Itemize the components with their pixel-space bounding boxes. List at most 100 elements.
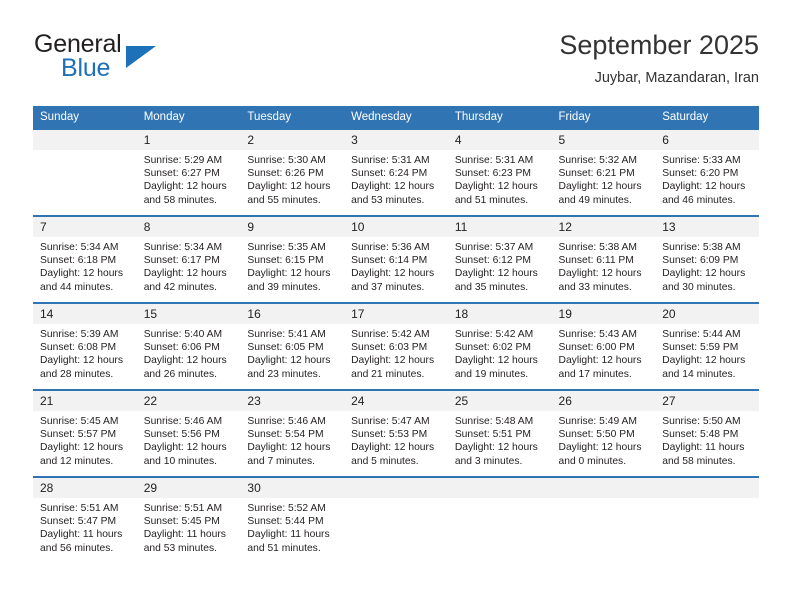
day-cell-content: 27 Sunrise: 5:50 AM Sunset: 5:48 PM Dayligh… bbox=[655, 391, 759, 476]
sunset-time: Sunset: 6:02 PM bbox=[454, 342, 531, 354]
daylight-duration-line2: and 14 minutes. bbox=[662, 368, 736, 380]
daylight-duration-line1: Daylight: 12 hours bbox=[351, 355, 435, 367]
day-number: 25 bbox=[447, 391, 552, 411]
day-number: 7 bbox=[33, 217, 137, 237]
daylight-duration-line1: Daylight: 12 hours bbox=[247, 181, 331, 193]
daylight-duration-line1: Daylight: 11 hours bbox=[143, 529, 226, 541]
day-cell-content: 2 Sunrise: 5:30 AM Sunset: 6:26 PM Daylight… bbox=[240, 130, 345, 215]
daylight-duration-line2: and 17 minutes. bbox=[558, 368, 632, 380]
sunrise-time: Sunrise: 5:52 AM bbox=[247, 503, 326, 514]
calendar-day-cell[interactable]: 8 Sunrise: 5:34 AM Sunset: 6:17 PM Daylight… bbox=[136, 215, 241, 303]
daylight-duration-line1: Daylight: 12 hours bbox=[558, 268, 642, 280]
sunrise-time: Sunrise: 5:37 AM bbox=[454, 242, 534, 253]
calendar-week-row: 28 Sunrise: 5:51 AM Sunset: 5:47 PM Dayligh… bbox=[33, 476, 759, 563]
weekday-header-tuesday: Tuesday bbox=[240, 106, 345, 129]
day-number bbox=[447, 478, 552, 498]
calendar-day-cell[interactable]: 15 Sunrise: 5:40 AM Sunset: 6:06 PM Dayligh… bbox=[136, 302, 241, 390]
weekday-header-monday: Monday bbox=[136, 106, 241, 129]
day-number: 12 bbox=[551, 217, 656, 237]
day-sun-info: Sunrise: 5:47 AM Sunset: 5:53 PM Daylight:… bbox=[344, 411, 448, 468]
calendar-body: 1 Sunrise: 5:29 AM Sunset: 6:27 PM Daylight… bbox=[33, 128, 759, 563]
calendar-day-cell[interactable]: 11 Sunrise: 5:37 AM Sunset: 6:12 PM Dayligh… bbox=[447, 215, 552, 303]
calendar-day-cell[interactable]: 13 Sunrise: 5:38 AM Sunset: 6:09 PM Dayligh… bbox=[655, 215, 759, 303]
day-number: 26 bbox=[551, 391, 656, 411]
day-cell-content: 12 Sunrise: 5:38 AM Sunset: 6:11 PM Dayligh… bbox=[551, 217, 656, 302]
calendar-day-cell[interactable]: 16 Sunrise: 5:41 AM Sunset: 6:05 PM Dayligh… bbox=[240, 302, 345, 390]
daylight-duration-line2: and 58 minutes. bbox=[662, 455, 736, 467]
page-subtitle: Juybar, Mazandaran, Iran bbox=[594, 70, 759, 86]
sunrise-time: Sunrise: 5:51 AM bbox=[143, 503, 223, 514]
calendar-day-cell[interactable]: 2 Sunrise: 5:30 AM Sunset: 6:26 PM Daylight… bbox=[240, 128, 345, 216]
calendar-day-cell[interactable]: 4 Sunrise: 5:31 AM Sunset: 6:23 PM Daylight… bbox=[447, 128, 552, 216]
daylight-duration-line2: and 33 minutes. bbox=[558, 281, 632, 293]
sunrise-time: Sunrise: 5:38 AM bbox=[662, 242, 741, 253]
calendar-day-cell[interactable]: 27 Sunrise: 5:50 AM Sunset: 5:48 PM Dayligh… bbox=[655, 389, 759, 477]
day-cell-content: 5 Sunrise: 5:32 AM Sunset: 6:21 PM Daylight… bbox=[551, 130, 656, 215]
calendar-day-cell[interactable]: 26 Sunrise: 5:49 AM Sunset: 5:50 PM Dayligh… bbox=[551, 389, 656, 477]
daylight-duration-line2: and 10 minutes. bbox=[143, 455, 217, 467]
day-sun-info: Sunrise: 5:43 AM Sunset: 6:00 PM Daylight:… bbox=[552, 324, 656, 381]
day-sun-info: Sunrise: 5:36 AM Sunset: 6:14 PM Daylight:… bbox=[344, 237, 448, 294]
day-cell-content: 24 Sunrise: 5:47 AM Sunset: 5:53 PM Dayligh… bbox=[344, 391, 448, 476]
daylight-duration-line2: and 7 minutes. bbox=[247, 455, 315, 467]
daylight-duration-line1: Daylight: 12 hours bbox=[351, 268, 435, 280]
sunset-time: Sunset: 6:21 PM bbox=[558, 168, 635, 180]
calendar-day-cell[interactable]: 30 Sunrise: 5:52 AM Sunset: 5:44 PM Dayligh… bbox=[240, 476, 345, 563]
day-number: 2 bbox=[240, 130, 345, 150]
day-number: 18 bbox=[447, 304, 552, 324]
calendar-day-cell[interactable]: 23 Sunrise: 5:46 AM Sunset: 5:54 PM Dayligh… bbox=[240, 389, 345, 477]
day-sun-info: Sunrise: 5:46 AM Sunset: 5:56 PM Daylight:… bbox=[137, 411, 241, 468]
sunrise-time: Sunrise: 5:35 AM bbox=[247, 242, 326, 253]
daylight-duration-line1: Daylight: 12 hours bbox=[558, 355, 642, 367]
calendar-day-cell[interactable]: 21 Sunrise: 5:45 AM Sunset: 5:57 PM Dayligh… bbox=[33, 389, 137, 477]
calendar-day-cell[interactable]: 18 Sunrise: 5:42 AM Sunset: 6:02 PM Dayligh… bbox=[447, 302, 552, 390]
calendar-day-cell[interactable]: 12 Sunrise: 5:38 AM Sunset: 6:11 PM Dayligh… bbox=[551, 215, 656, 303]
daylight-duration-line1: Daylight: 12 hours bbox=[40, 355, 123, 367]
day-cell-content: 1 Sunrise: 5:29 AM Sunset: 6:27 PM Daylight… bbox=[136, 130, 241, 215]
calendar-day-cell[interactable]: 22 Sunrise: 5:46 AM Sunset: 5:56 PM Dayligh… bbox=[136, 389, 241, 477]
calendar-day-cell[interactable]: 9 Sunrise: 5:35 AM Sunset: 6:15 PM Daylight… bbox=[240, 215, 345, 303]
sunset-time: Sunset: 5:50 PM bbox=[558, 429, 635, 441]
sunrise-time: Sunrise: 5:39 AM bbox=[40, 329, 119, 340]
day-sun-info: Sunrise: 5:44 AM Sunset: 5:59 PM Daylight:… bbox=[655, 324, 759, 381]
day-cell-content bbox=[33, 130, 137, 215]
calendar-day-cell[interactable]: 29 Sunrise: 5:51 AM Sunset: 5:45 PM Dayligh… bbox=[136, 476, 241, 563]
daylight-duration-line1: Daylight: 12 hours bbox=[558, 181, 642, 193]
calendar-day-cell[interactable]: 1 Sunrise: 5:29 AM Sunset: 6:27 PM Daylight… bbox=[136, 128, 241, 216]
calendar-day-cell[interactable]: 14 Sunrise: 5:39 AM Sunset: 6:08 PM Dayligh… bbox=[33, 302, 137, 390]
sunset-time: Sunset: 5:54 PM bbox=[247, 429, 324, 441]
sunrise-time: Sunrise: 5:49 AM bbox=[558, 416, 637, 427]
calendar-day-cell[interactable]: 6 Sunrise: 5:33 AM Sunset: 6:20 PM Daylight… bbox=[655, 128, 759, 216]
day-cell-content: 3 Sunrise: 5:31 AM Sunset: 6:24 PM Daylight… bbox=[344, 130, 448, 215]
calendar-grid: Sunday Monday Tuesday Wednesday Thursday… bbox=[33, 106, 759, 563]
daylight-duration-line1: Daylight: 12 hours bbox=[40, 268, 123, 280]
daylight-duration-line1: Daylight: 12 hours bbox=[662, 181, 746, 193]
daylight-duration-line2: and 51 minutes. bbox=[247, 542, 321, 554]
calendar-day-cell[interactable]: 19 Sunrise: 5:43 AM Sunset: 6:00 PM Dayligh… bbox=[551, 302, 656, 390]
day-cell-content: 15 Sunrise: 5:40 AM Sunset: 6:06 PM Dayligh… bbox=[136, 304, 241, 389]
day-number: 23 bbox=[240, 391, 345, 411]
calendar-day-cell[interactable]: 3 Sunrise: 5:31 AM Sunset: 6:24 PM Daylight… bbox=[344, 128, 448, 216]
sunset-time: Sunset: 6:06 PM bbox=[143, 342, 220, 354]
sunset-time: Sunset: 6:14 PM bbox=[351, 255, 428, 267]
day-cell-content: 28 Sunrise: 5:51 AM Sunset: 5:47 PM Dayligh… bbox=[33, 478, 137, 563]
day-sun-info: Sunrise: 5:32 AM Sunset: 6:21 PM Daylight:… bbox=[552, 150, 656, 207]
calendar-day-cell[interactable]: 10 Sunrise: 5:36 AM Sunset: 6:14 PM Dayligh… bbox=[344, 215, 448, 303]
daylight-duration-line2: and 55 minutes. bbox=[247, 194, 321, 206]
sunrise-time: Sunrise: 5:40 AM bbox=[143, 329, 223, 340]
daylight-duration-line2: and 39 minutes. bbox=[247, 281, 321, 293]
daylight-duration-line1: Daylight: 11 hours bbox=[662, 442, 745, 454]
calendar-day-cell[interactable]: 5 Sunrise: 5:32 AM Sunset: 6:21 PM Daylight… bbox=[551, 128, 656, 216]
sunset-time: Sunset: 6:24 PM bbox=[351, 168, 428, 180]
day-cell-content: 8 Sunrise: 5:34 AM Sunset: 6:17 PM Daylight… bbox=[136, 217, 241, 302]
sunset-time: Sunset: 6:27 PM bbox=[143, 168, 220, 180]
calendar-day-cell[interactable]: 28 Sunrise: 5:51 AM Sunset: 5:47 PM Dayligh… bbox=[33, 476, 137, 563]
calendar-day-cell[interactable]: 25 Sunrise: 5:48 AM Sunset: 5:51 PM Dayligh… bbox=[447, 389, 552, 477]
calendar-day-cell[interactable]: 20 Sunrise: 5:44 AM Sunset: 5:59 PM Dayligh… bbox=[655, 302, 759, 390]
sunrise-time: Sunrise: 5:30 AM bbox=[247, 155, 326, 166]
calendar-day-cell[interactable]: 7 Sunrise: 5:34 AM Sunset: 6:18 PM Daylight… bbox=[33, 215, 137, 303]
calendar-day-cell[interactable]: 17 Sunrise: 5:42 AM Sunset: 6:03 PM Dayligh… bbox=[344, 302, 448, 390]
daylight-duration-line1: Daylight: 12 hours bbox=[558, 442, 642, 454]
sunrise-time: Sunrise: 5:45 AM bbox=[40, 416, 119, 427]
calendar-day-cell[interactable]: 24 Sunrise: 5:47 AM Sunset: 5:53 PM Dayligh… bbox=[344, 389, 448, 477]
